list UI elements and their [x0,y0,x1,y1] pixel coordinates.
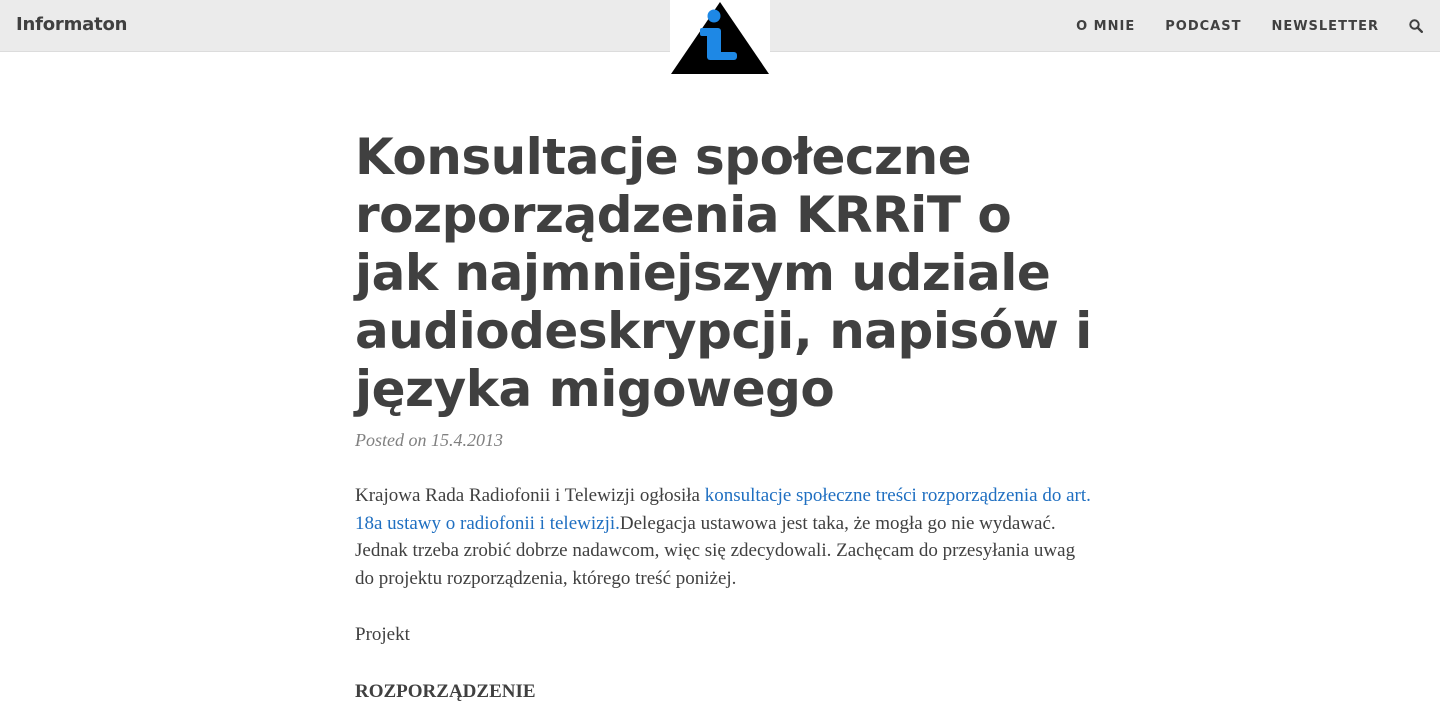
post-date: 15.4.2013 [431,430,503,450]
nav-item-o-mnie[interactable]: O MNIE [1076,19,1135,34]
search-icon[interactable] [1409,19,1424,34]
post-title: Konsultacje społeczne rozporządzenia KRR… [355,128,1092,418]
post-paragraph-intro: Krajowa Rada Radiofonii i Telewizji ogło… [355,482,1095,592]
post-paragraph-projekt: Projekt [355,624,410,645]
post-body: Krajowa Rada Radiofonii i Telewizji ogło… [355,482,1095,705]
nav-item-podcast[interactable]: PODCAST [1165,19,1241,34]
article: Konsultacje społeczne rozporządzenia KRR… [355,128,1095,705]
paragraph-text-before-link: Krajowa Rada Radiofonii i Telewizji ogło… [355,485,705,506]
nav-item-newsletter[interactable]: NEWSLETTER [1271,19,1379,34]
post-meta-prefix: Posted on [355,430,427,450]
main-nav: O MNIE PODCAST NEWSLETTER [1076,0,1440,52]
info-triangle-logo-icon [671,2,769,74]
post-meta: Posted on 15.4.2013 [355,430,1095,451]
site-brand-link[interactable]: Informaton [16,14,127,35]
post-paragraph-heading: ROZPORZĄDZENIE [355,680,536,702]
site-logo[interactable] [670,0,770,76]
